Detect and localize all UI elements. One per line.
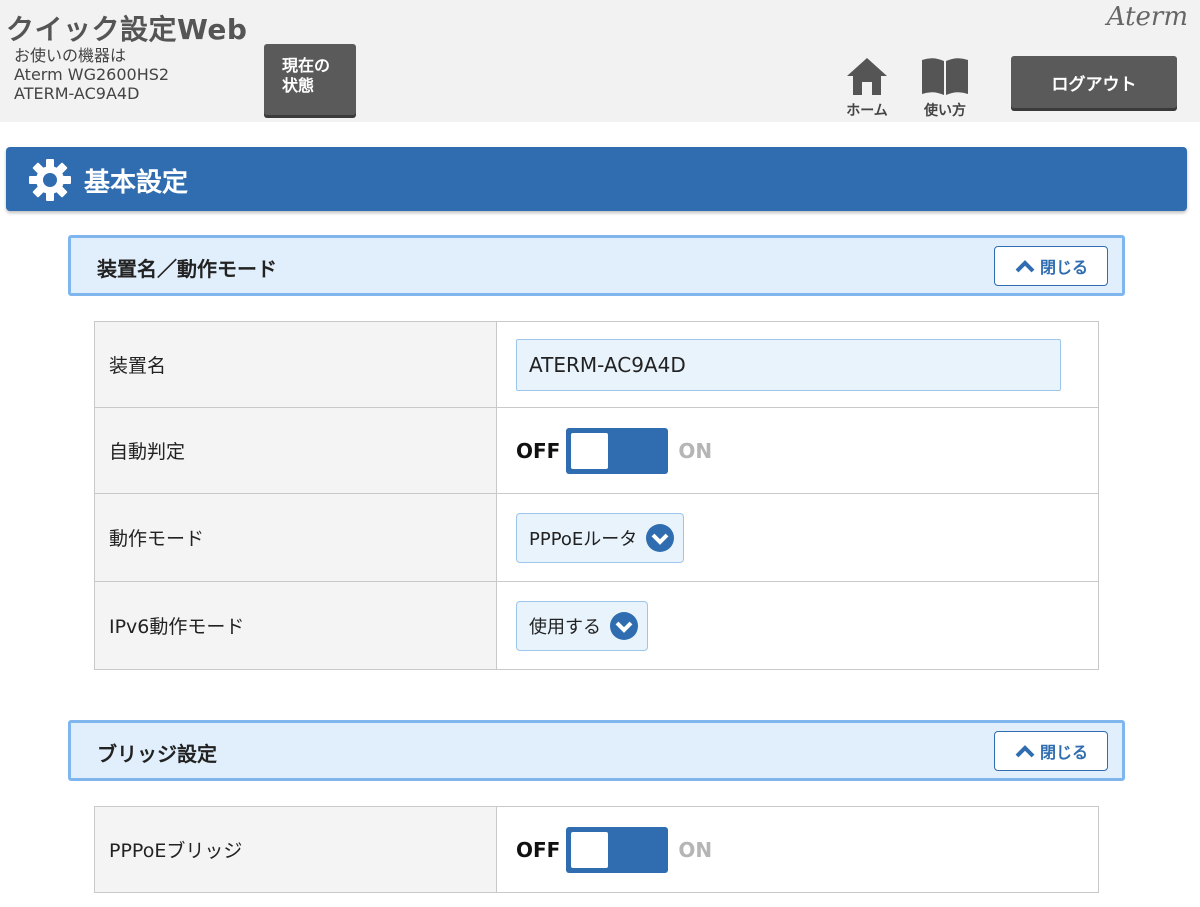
brand-logo: Aterm bbox=[1106, 2, 1188, 32]
help-label: 使い方 bbox=[924, 103, 966, 119]
app-title: クイック設定Web bbox=[6, 13, 248, 46]
auto-detect-toggle-group: OFF ON bbox=[516, 427, 1098, 474]
row-label: 動作モード bbox=[94, 493, 497, 582]
table-row: IPv6動作モード 使用する bbox=[94, 581, 1099, 670]
device-model: Aterm WG2600HS2 bbox=[14, 65, 170, 84]
toggle-on-label: ON bbox=[678, 438, 713, 463]
chevron-down-icon bbox=[610, 611, 638, 640]
select-value: PPPoEルータ bbox=[529, 528, 638, 550]
logout-button[interactable]: ログアウト bbox=[1011, 56, 1177, 108]
help-button[interactable]: 使い方 bbox=[914, 56, 976, 119]
close-panel-button[interactable]: 閉じる bbox=[994, 246, 1108, 286]
close-panel-button[interactable]: 閉じる bbox=[994, 731, 1108, 771]
operation-mode-select[interactable]: PPPoEルータ bbox=[516, 512, 685, 563]
chevron-up-icon bbox=[1015, 260, 1035, 273]
close-label: 閉じる bbox=[1039, 743, 1088, 762]
chevron-up-icon bbox=[1015, 745, 1035, 758]
row-label: PPPoEブリッジ bbox=[94, 806, 497, 893]
table-row: 動作モード PPPoEルータ bbox=[94, 493, 1099, 582]
panel-header-bridge: ブリッジ設定 閉じる bbox=[68, 720, 1125, 781]
toggle-off-label: OFF bbox=[516, 837, 561, 862]
pppoe-bridge-toggle[interactable] bbox=[566, 826, 669, 873]
section-header: 基本設定 bbox=[6, 147, 1187, 211]
header: クイック設定Web お使いの機器は Aterm WG2600HS2 ATERM-… bbox=[0, 0, 1200, 122]
status-button-line2: 状態 bbox=[282, 76, 315, 95]
toggle-on-label: ON bbox=[678, 837, 713, 862]
device-id: ATERM-AC9A4D bbox=[14, 84, 140, 103]
select-value: 使用する bbox=[529, 616, 601, 638]
gear-icon bbox=[29, 159, 71, 201]
device-label: お使いの機器は bbox=[14, 46, 127, 65]
home-icon bbox=[847, 58, 887, 95]
settings-table-bridge: PPPoEブリッジ OFF ON bbox=[94, 806, 1099, 893]
book-icon bbox=[922, 58, 968, 95]
panel-title: 装置名／動作モード bbox=[97, 257, 277, 281]
pppoe-bridge-toggle-group: OFF ON bbox=[516, 826, 1098, 873]
settings-table-device: 装置名 ATERM-AC9A4D 自動判定 OFF ON 動作モード PPPoE… bbox=[94, 321, 1099, 670]
table-row: 自動判定 OFF ON bbox=[94, 407, 1099, 494]
panel-title: ブリッジ設定 bbox=[97, 742, 217, 766]
home-button[interactable]: ホーム bbox=[838, 56, 896, 119]
panel-header-device: 装置名／動作モード 閉じる bbox=[68, 235, 1125, 296]
chevron-down-icon bbox=[646, 523, 675, 552]
device-info: お使いの機器は Aterm WG2600HS2 ATERM-AC9A4D bbox=[14, 46, 169, 103]
toggle-knob bbox=[571, 432, 609, 469]
toggle-knob bbox=[571, 831, 609, 868]
row-label: 自動判定 bbox=[94, 407, 497, 494]
device-name-input[interactable]: ATERM-AC9A4D bbox=[516, 338, 1061, 391]
table-row: PPPoEブリッジ OFF ON bbox=[94, 806, 1099, 893]
row-label: 装置名 bbox=[94, 321, 497, 408]
current-status-button[interactable]: 現在の 状態 bbox=[264, 44, 356, 115]
row-label: IPv6動作モード bbox=[94, 581, 497, 670]
section-title: 基本設定 bbox=[84, 168, 189, 198]
status-button-line1: 現在の bbox=[282, 56, 331, 75]
auto-detect-toggle[interactable] bbox=[566, 427, 669, 474]
toggle-off-label: OFF bbox=[516, 438, 561, 463]
table-row: 装置名 ATERM-AC9A4D bbox=[94, 321, 1099, 408]
close-label: 閉じる bbox=[1039, 258, 1088, 277]
ipv6-mode-select[interactable]: 使用する bbox=[516, 600, 648, 651]
home-label: ホーム bbox=[846, 103, 888, 119]
